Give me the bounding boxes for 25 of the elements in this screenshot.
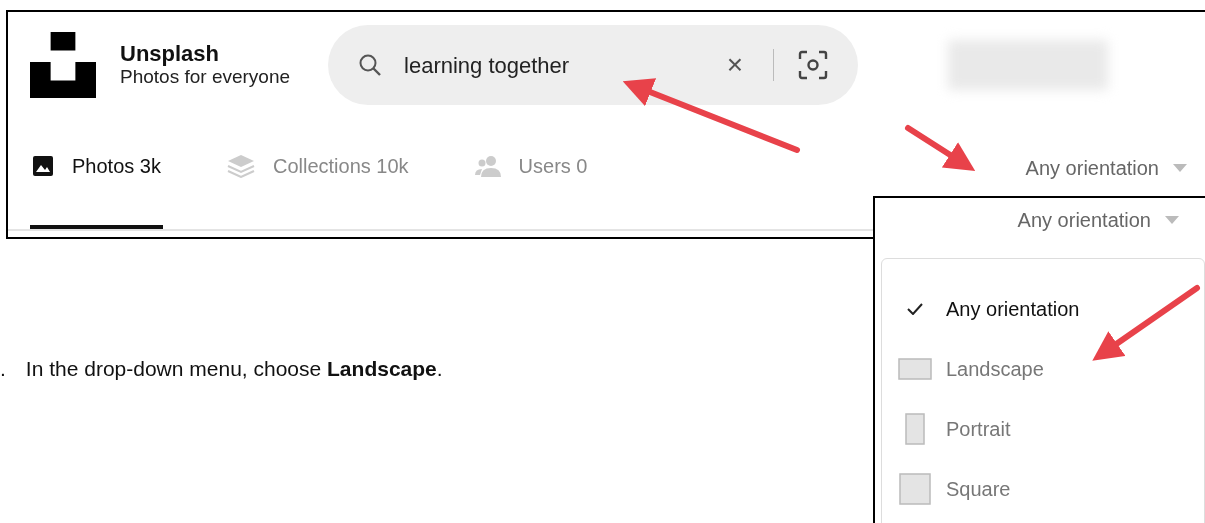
users-icon xyxy=(474,154,501,177)
menu-item[interactable]: Portrait xyxy=(882,399,1204,459)
search-field[interactable]: learning together × xyxy=(328,25,859,105)
logo-icon xyxy=(30,32,96,98)
step-number: . xyxy=(0,356,6,382)
menu-item[interactable]: Landscape xyxy=(882,339,1204,399)
tab[interactable]: Collections 10k xyxy=(224,106,411,229)
tab[interactable]: Users 0 xyxy=(472,106,590,229)
menu-item[interactable]: Any orientation xyxy=(882,279,1204,339)
search-text: learning together xyxy=(404,51,571,80)
clear-button[interactable]: × xyxy=(720,51,750,79)
menu-item[interactable]: Square xyxy=(882,459,1204,519)
logo-title: Unsplash xyxy=(120,41,221,66)
caret-icon xyxy=(1165,216,1179,224)
caret-icon xyxy=(1173,163,1187,172)
instruction-text: In the drop-down menu, choose Landscape. xyxy=(25,356,443,382)
pointer-arrow xyxy=(905,125,976,171)
stack-icon xyxy=(226,153,255,178)
tab[interactable]: Photos 3k xyxy=(30,106,163,229)
visual-search-icon[interactable] xyxy=(798,50,829,80)
orientation-dropdown[interactable]: Any orientation xyxy=(1019,151,1193,184)
orientation-dropdown[interactable]: Any orientation xyxy=(1011,204,1185,236)
image-icon xyxy=(32,154,54,177)
logo-subtitle: Photos for everyone xyxy=(120,65,291,89)
search-icon xyxy=(358,53,383,77)
